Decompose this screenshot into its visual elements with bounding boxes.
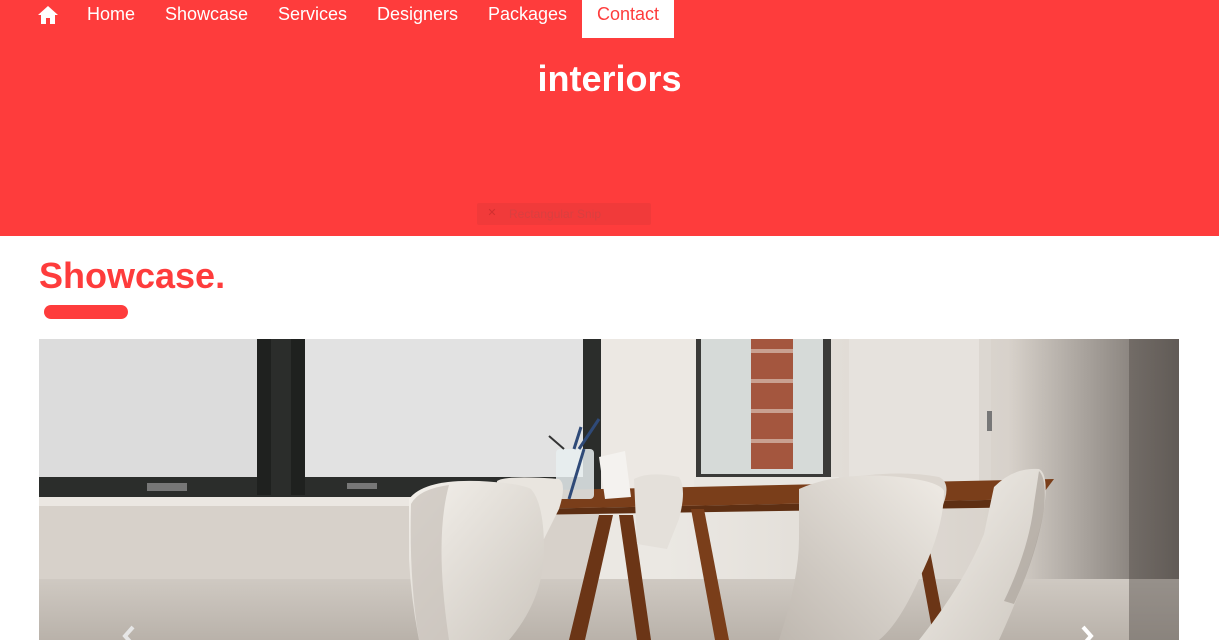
nav-item-packages[interactable]: Packages	[488, 0, 567, 38]
nav-item-contact[interactable]: Contact	[582, 0, 675, 38]
chevron-right-icon[interactable]	[1075, 624, 1099, 640]
brand-title: interiors	[537, 58, 682, 99]
top-navigation: Home Showcase Services Designers Package…	[0, 0, 1219, 38]
snip-overlay: ✕ Rectangular Snip	[477, 203, 651, 225]
showcase-carousel[interactable]	[39, 339, 1179, 640]
snip-overlay-label: Rectangular Snip	[509, 207, 602, 221]
nav-item-showcase[interactable]: Showcase	[165, 0, 248, 38]
chevron-left-icon[interactable]	[117, 624, 141, 640]
nav-item-services[interactable]: Services	[278, 0, 347, 38]
title-underline	[44, 305, 128, 319]
home-icon[interactable]	[37, 4, 59, 26]
section-title: Showcase.	[39, 255, 226, 296]
nav-item-home[interactable]: Home	[87, 0, 135, 38]
nav-item-designers[interactable]: Designers	[377, 0, 458, 38]
hero-banner: Home Showcase Services Designers Package…	[0, 0, 1219, 236]
close-icon: ✕	[487, 207, 497, 219]
showcase-image	[39, 339, 1179, 640]
